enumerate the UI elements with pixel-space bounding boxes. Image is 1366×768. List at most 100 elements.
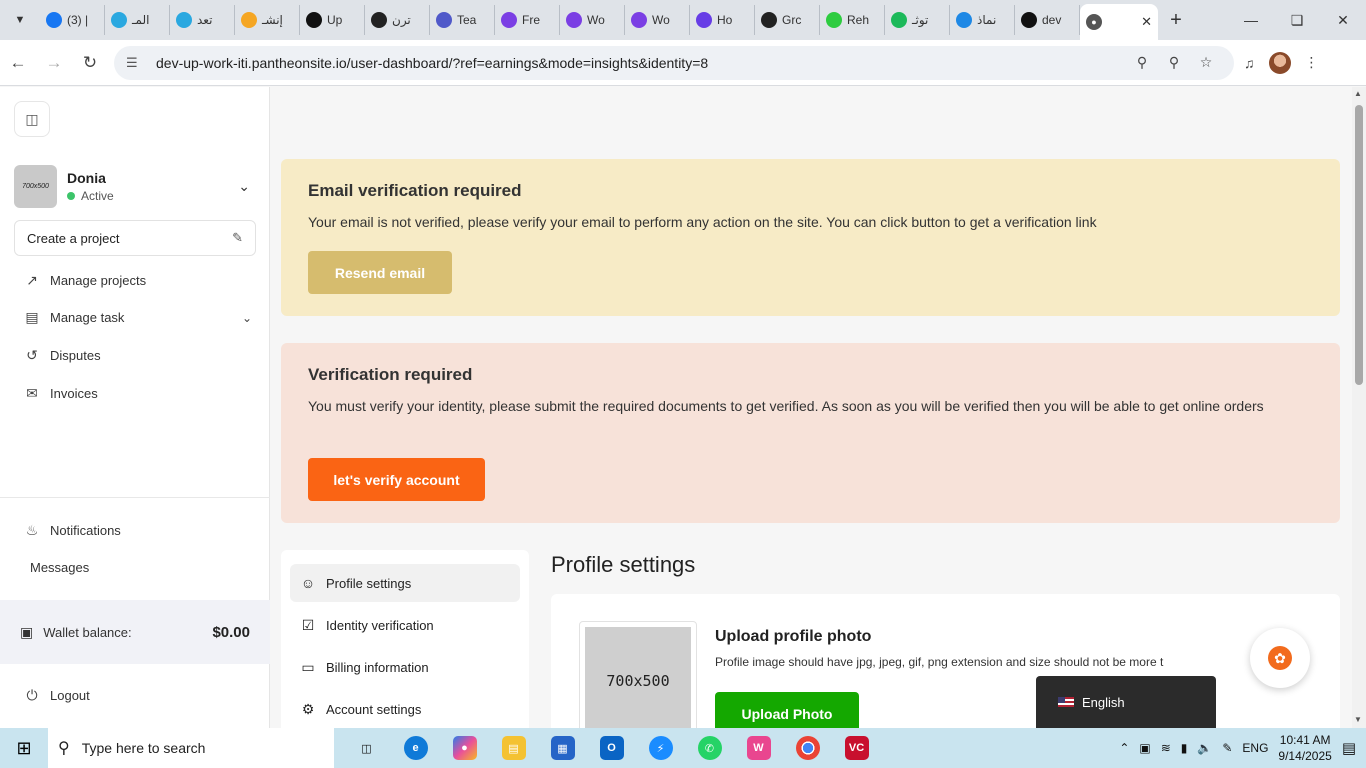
chevron-down-icon[interactable]: ⌄ [238, 178, 250, 195]
minimize-icon[interactable]: — [1228, 12, 1274, 29]
whatsapp-icon[interactable]: ✆ [685, 728, 734, 768]
sidebar-item-manage-projects[interactable]: ↗ Manage projects [22, 272, 252, 289]
sidebar-item-messages[interactable]: Messages [30, 560, 260, 575]
battery-icon[interactable]: ▮ [1181, 741, 1188, 755]
language-label: English [1082, 694, 1125, 710]
browser-tab[interactable]: تعد [170, 5, 235, 35]
verify-account-button[interactable]: let's verify account [308, 458, 485, 501]
browser-tab[interactable]: Wo [625, 5, 690, 35]
chevron-down-icon[interactable]: ⌄ [242, 311, 252, 325]
sidebar-toggle-icon[interactable]: ◫ [14, 101, 50, 137]
browser-tab[interactable]: Reh [820, 5, 885, 35]
browser-tab[interactable]: إنشـ [235, 5, 300, 35]
bookmark-star-icon[interactable]: ☆ [1190, 54, 1222, 71]
upload-photo-button[interactable]: Upload Photo [715, 692, 859, 728]
site-settings-icon[interactable]: ☰ [126, 55, 146, 71]
sidebar-item-notifications[interactable]: ♨ Notifications [22, 522, 252, 539]
tab-active[interactable]: ● ✕ [1080, 4, 1158, 40]
status-dot-icon [67, 191, 75, 200]
bell-icon: ♨ [25, 522, 39, 538]
url-text[interactable]: dev-up-work-iti.pantheonsite.io/user-das… [156, 55, 1126, 71]
browser-tab[interactable]: نماذ [950, 5, 1015, 35]
browser-tab[interactable]: Wo [560, 5, 625, 35]
browser-tab-bar: ▼ (3) | المـ تعد إنشـ Up ترن Tea Fre Wo Wo Ho Grc Re… [0, 0, 1366, 40]
tab-search-chevron-icon[interactable]: ▼ [0, 0, 40, 40]
chrome-icon[interactable] [783, 728, 832, 768]
taskbar-search[interactable]: ⚲ Type here to search [48, 728, 334, 768]
scroll-up-icon[interactable]: ▲ [1354, 89, 1362, 98]
sidebar-item-manage-task[interactable]: ▤ Manage task ⌄ [22, 309, 252, 326]
browser-tab[interactable]: Fre [495, 5, 560, 35]
browser-tab[interactable]: Tea [430, 5, 495, 35]
document-icon: ▤ [25, 309, 39, 325]
alert-title: Email verification required [308, 181, 522, 200]
browser-tab[interactable]: المـ [105, 5, 170, 35]
profile-photo-preview: 700x500 [579, 621, 697, 728]
restore-icon[interactable]: ❏ [1274, 12, 1320, 29]
browser-tab[interactable]: توثـ [885, 5, 950, 35]
volume-icon[interactable]: 🔈 [1197, 741, 1212, 755]
meet-now-icon[interactable]: ▣ [1139, 741, 1150, 755]
file-explorer-icon[interactable]: ▤ [489, 728, 538, 768]
windows-start-icon[interactable]: ⊞ [0, 738, 48, 759]
language-switcher[interactable]: English [1036, 676, 1216, 728]
password-key-icon[interactable]: ⚲ [1126, 54, 1158, 71]
task-view-icon[interactable]: ◫ [342, 728, 391, 768]
chat-widget-button[interactable]: ✿ [1250, 628, 1310, 688]
browser-tab-label: Wo [587, 13, 605, 27]
k-icon [891, 12, 907, 28]
scroll-down-icon[interactable]: ▼ [1354, 715, 1362, 724]
settings-nav-identity[interactable]: ☑ Identity verification [290, 606, 520, 644]
more-menu-icon[interactable]: ⋮ [1305, 54, 1319, 71]
wamp-icon[interactable]: W [734, 728, 783, 768]
hostinger-icon [696, 12, 712, 28]
window-close-icon[interactable]: ✕ [1320, 12, 1366, 29]
close-tab-icon[interactable]: ✕ [1141, 14, 1152, 30]
store-icon[interactable]: ▦ [538, 728, 587, 768]
circle-icon [176, 12, 192, 28]
browser-tab[interactable]: ترن [365, 5, 430, 35]
browser-tab[interactable]: Up [300, 5, 365, 35]
messenger-icon[interactable]: ⚡ [636, 728, 685, 768]
settings-nav-account[interactable]: ⚙ Account settings [290, 690, 520, 728]
profile-avatar[interactable] [1268, 51, 1291, 74]
copilot-icon[interactable]: ● [440, 728, 489, 768]
create-project-button[interactable]: Create a project ✎ [14, 220, 256, 256]
outlook-icon[interactable]: O [587, 728, 636, 768]
page-scrollbar[interactable]: ▲ ▼ [1352, 87, 1366, 728]
back-icon[interactable]: ← [0, 53, 36, 73]
vc-app-icon[interactable]: VC [832, 728, 881, 768]
browser-tab[interactable]: dev [1015, 5, 1080, 35]
language-indicator[interactable]: ENG [1242, 741, 1268, 755]
resend-email-button[interactable]: Resend email [308, 251, 452, 294]
browser-tab-label: Up [327, 13, 343, 27]
sidebar-item-disputes[interactable]: ↺ Disputes [22, 347, 252, 364]
reload-icon[interactable]: ↻ [72, 53, 108, 73]
swirl-icon [956, 12, 972, 28]
wallet-balance: ▣ Wallet balance: $0.00 [0, 600, 270, 664]
zoom-icon[interactable]: ⚲ [1158, 54, 1190, 71]
settings-nav-billing[interactable]: ▭ Billing information [290, 648, 520, 686]
sidebar-item-invoices[interactable]: ✉ Invoices [22, 385, 252, 402]
settings-nav-profile[interactable]: ☺ Profile settings [290, 564, 520, 602]
new-tab-button[interactable]: + [1158, 9, 1194, 32]
forward-icon[interactable]: → [36, 53, 72, 73]
wifi-icon[interactable]: ≋ [1161, 741, 1171, 755]
browser-tab[interactable]: Ho [690, 5, 755, 35]
user-profile[interactable]: 700x500 Donia Active ⌄ [14, 164, 256, 208]
browser-tab[interactable]: (3) | [40, 5, 105, 35]
sidebar-item-label: Manage projects [50, 273, 147, 288]
browser-tab[interactable]: Grc [755, 5, 820, 35]
edge-icon[interactable]: e [391, 728, 440, 768]
logout-button[interactable]: ⏻ Logout [22, 687, 252, 704]
media-control-icon[interactable]: ♫ [1244, 55, 1255, 71]
url-field[interactable]: ☰ dev-up-work-iti.pantheonsite.io/user-d… [114, 45, 1234, 80]
taskbar-clock[interactable]: 10:41 AM 9/14/2025 [1278, 732, 1331, 764]
notification-center-icon[interactable]: ▤ [1342, 739, 1356, 757]
play-icon [501, 12, 517, 28]
pen-icon[interactable]: ✎ [1222, 741, 1232, 755]
scrollbar-thumb[interactable] [1355, 105, 1363, 385]
chat-icon: ✿ [1268, 646, 1292, 670]
chevron-up-icon[interactable]: ⌃ [1119, 741, 1129, 755]
messages-label: Messages [30, 560, 90, 575]
